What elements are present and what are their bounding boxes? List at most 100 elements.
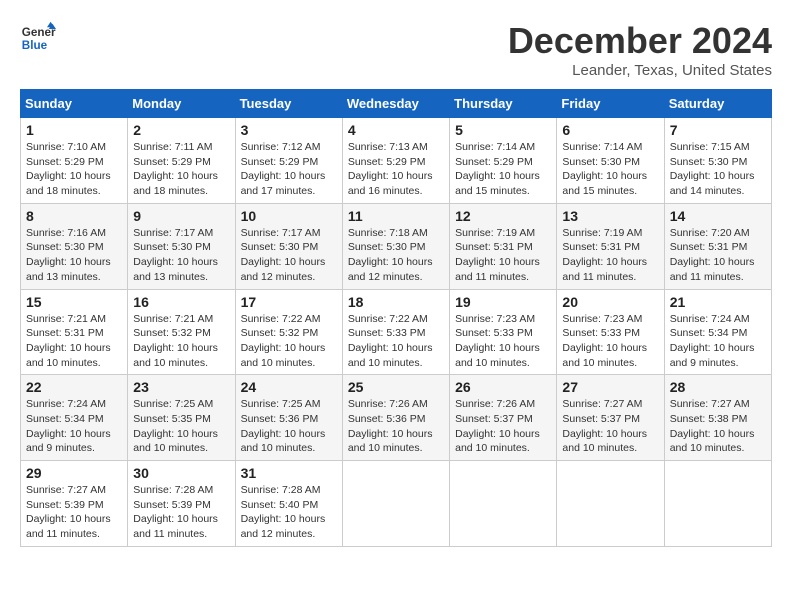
calendar-cell: 28 Sunrise: 7:27 AMSunset: 5:38 PMDaylig… xyxy=(664,375,771,461)
day-info: Sunrise: 7:14 AMSunset: 5:30 PMDaylight:… xyxy=(562,141,647,197)
day-info: Sunrise: 7:19 AMSunset: 5:31 PMDaylight:… xyxy=(562,227,647,283)
calendar-cell: 23 Sunrise: 7:25 AMSunset: 5:35 PMDaylig… xyxy=(128,375,235,461)
day-info: Sunrise: 7:26 AMSunset: 5:37 PMDaylight:… xyxy=(455,398,540,454)
title-area: December 2024 Leander, Texas, United Sta… xyxy=(508,20,772,79)
day-info: Sunrise: 7:22 AMSunset: 5:33 PMDaylight:… xyxy=(348,313,433,369)
day-info: Sunrise: 7:27 AMSunset: 5:39 PMDaylight:… xyxy=(26,484,111,540)
day-info: Sunrise: 7:27 AMSunset: 5:37 PMDaylight:… xyxy=(562,398,647,454)
calendar-cell: 22 Sunrise: 7:24 AMSunset: 5:34 PMDaylig… xyxy=(21,375,128,461)
calendar-table: SundayMondayTuesdayWednesdayThursdayFrid… xyxy=(20,89,772,547)
location-title: Leander, Texas, United States xyxy=(508,62,772,79)
day-number: 23 xyxy=(133,379,229,395)
weekday-header-wednesday: Wednesday xyxy=(342,90,449,118)
day-number: 13 xyxy=(562,208,658,224)
calendar-cell: 29 Sunrise: 7:27 AMSunset: 5:39 PMDaylig… xyxy=(21,461,128,547)
calendar-cell: 17 Sunrise: 7:22 AMSunset: 5:32 PMDaylig… xyxy=(235,289,342,375)
day-number: 18 xyxy=(348,294,444,310)
day-info: Sunrise: 7:25 AMSunset: 5:35 PMDaylight:… xyxy=(133,398,218,454)
day-number: 3 xyxy=(241,122,337,138)
day-info: Sunrise: 7:19 AMSunset: 5:31 PMDaylight:… xyxy=(455,227,540,283)
day-number: 26 xyxy=(455,379,551,395)
day-number: 29 xyxy=(26,465,122,481)
day-number: 11 xyxy=(348,208,444,224)
calendar-cell: 15 Sunrise: 7:21 AMSunset: 5:31 PMDaylig… xyxy=(21,289,128,375)
day-info: Sunrise: 7:27 AMSunset: 5:38 PMDaylight:… xyxy=(670,398,755,454)
calendar-cell: 3 Sunrise: 7:12 AMSunset: 5:29 PMDayligh… xyxy=(235,118,342,204)
day-number: 6 xyxy=(562,122,658,138)
weekday-header-monday: Monday xyxy=(128,90,235,118)
weekday-header-row: SundayMondayTuesdayWednesdayThursdayFrid… xyxy=(21,90,772,118)
weekday-header-saturday: Saturday xyxy=(664,90,771,118)
day-number: 28 xyxy=(670,379,766,395)
week-row-1: 1 Sunrise: 7:10 AMSunset: 5:29 PMDayligh… xyxy=(21,118,772,204)
calendar-cell: 18 Sunrise: 7:22 AMSunset: 5:33 PMDaylig… xyxy=(342,289,449,375)
calendar-cell: 7 Sunrise: 7:15 AMSunset: 5:30 PMDayligh… xyxy=(664,118,771,204)
svg-text:Blue: Blue xyxy=(22,39,48,52)
day-info: Sunrise: 7:22 AMSunset: 5:32 PMDaylight:… xyxy=(241,313,326,369)
day-number: 17 xyxy=(241,294,337,310)
day-number: 31 xyxy=(241,465,337,481)
day-info: Sunrise: 7:11 AMSunset: 5:29 PMDaylight:… xyxy=(133,141,218,197)
day-info: Sunrise: 7:17 AMSunset: 5:30 PMDaylight:… xyxy=(133,227,218,283)
day-info: Sunrise: 7:10 AMSunset: 5:29 PMDaylight:… xyxy=(26,141,111,197)
day-number: 16 xyxy=(133,294,229,310)
weekday-header-sunday: Sunday xyxy=(21,90,128,118)
day-info: Sunrise: 7:13 AMSunset: 5:29 PMDaylight:… xyxy=(348,141,433,197)
day-number: 4 xyxy=(348,122,444,138)
day-info: Sunrise: 7:16 AMSunset: 5:30 PMDaylight:… xyxy=(26,227,111,283)
day-number: 7 xyxy=(670,122,766,138)
day-number: 8 xyxy=(26,208,122,224)
day-number: 20 xyxy=(562,294,658,310)
day-number: 1 xyxy=(26,122,122,138)
day-info: Sunrise: 7:24 AMSunset: 5:34 PMDaylight:… xyxy=(26,398,111,454)
day-info: Sunrise: 7:17 AMSunset: 5:30 PMDaylight:… xyxy=(241,227,326,283)
calendar-cell: 4 Sunrise: 7:13 AMSunset: 5:29 PMDayligh… xyxy=(342,118,449,204)
calendar-cell: 27 Sunrise: 7:27 AMSunset: 5:37 PMDaylig… xyxy=(557,375,664,461)
calendar-cell: 10 Sunrise: 7:17 AMSunset: 5:30 PMDaylig… xyxy=(235,203,342,289)
calendar-cell: 26 Sunrise: 7:26 AMSunset: 5:37 PMDaylig… xyxy=(450,375,557,461)
calendar-cell: 19 Sunrise: 7:23 AMSunset: 5:33 PMDaylig… xyxy=(450,289,557,375)
calendar-cell xyxy=(557,461,664,547)
day-number: 30 xyxy=(133,465,229,481)
day-info: Sunrise: 7:23 AMSunset: 5:33 PMDaylight:… xyxy=(562,313,647,369)
calendar-cell: 12 Sunrise: 7:19 AMSunset: 5:31 PMDaylig… xyxy=(450,203,557,289)
calendar-cell: 25 Sunrise: 7:26 AMSunset: 5:36 PMDaylig… xyxy=(342,375,449,461)
logo-icon: General Blue xyxy=(20,20,56,56)
day-info: Sunrise: 7:24 AMSunset: 5:34 PMDaylight:… xyxy=(670,313,755,369)
day-number: 14 xyxy=(670,208,766,224)
calendar-cell xyxy=(342,461,449,547)
day-info: Sunrise: 7:28 AMSunset: 5:40 PMDaylight:… xyxy=(241,484,326,540)
day-number: 9 xyxy=(133,208,229,224)
day-number: 21 xyxy=(670,294,766,310)
month-title: December 2024 xyxy=(508,20,772,62)
day-info: Sunrise: 7:28 AMSunset: 5:39 PMDaylight:… xyxy=(133,484,218,540)
calendar-cell: 16 Sunrise: 7:21 AMSunset: 5:32 PMDaylig… xyxy=(128,289,235,375)
calendar-cell: 13 Sunrise: 7:19 AMSunset: 5:31 PMDaylig… xyxy=(557,203,664,289)
calendar-cell: 5 Sunrise: 7:14 AMSunset: 5:29 PMDayligh… xyxy=(450,118,557,204)
day-info: Sunrise: 7:12 AMSunset: 5:29 PMDaylight:… xyxy=(241,141,326,197)
day-info: Sunrise: 7:25 AMSunset: 5:36 PMDaylight:… xyxy=(241,398,326,454)
week-row-3: 15 Sunrise: 7:21 AMSunset: 5:31 PMDaylig… xyxy=(21,289,772,375)
weekday-header-tuesday: Tuesday xyxy=(235,90,342,118)
day-number: 27 xyxy=(562,379,658,395)
calendar-cell xyxy=(450,461,557,547)
day-number: 2 xyxy=(133,122,229,138)
calendar-cell xyxy=(664,461,771,547)
day-info: Sunrise: 7:14 AMSunset: 5:29 PMDaylight:… xyxy=(455,141,540,197)
day-number: 19 xyxy=(455,294,551,310)
calendar-cell: 14 Sunrise: 7:20 AMSunset: 5:31 PMDaylig… xyxy=(664,203,771,289)
day-info: Sunrise: 7:26 AMSunset: 5:36 PMDaylight:… xyxy=(348,398,433,454)
calendar-cell: 8 Sunrise: 7:16 AMSunset: 5:30 PMDayligh… xyxy=(21,203,128,289)
day-info: Sunrise: 7:21 AMSunset: 5:31 PMDaylight:… xyxy=(26,313,111,369)
day-number: 12 xyxy=(455,208,551,224)
day-number: 22 xyxy=(26,379,122,395)
calendar-cell: 11 Sunrise: 7:18 AMSunset: 5:30 PMDaylig… xyxy=(342,203,449,289)
day-number: 5 xyxy=(455,122,551,138)
weekday-header-thursday: Thursday xyxy=(450,90,557,118)
calendar-cell: 31 Sunrise: 7:28 AMSunset: 5:40 PMDaylig… xyxy=(235,461,342,547)
day-info: Sunrise: 7:21 AMSunset: 5:32 PMDaylight:… xyxy=(133,313,218,369)
day-number: 15 xyxy=(26,294,122,310)
day-info: Sunrise: 7:18 AMSunset: 5:30 PMDaylight:… xyxy=(348,227,433,283)
week-row-2: 8 Sunrise: 7:16 AMSunset: 5:30 PMDayligh… xyxy=(21,203,772,289)
weekday-header-friday: Friday xyxy=(557,90,664,118)
